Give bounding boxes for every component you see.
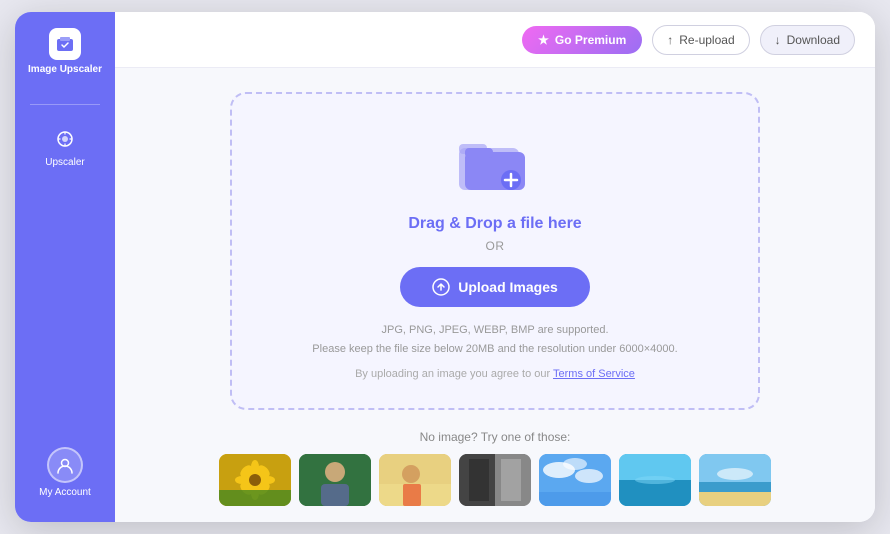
download-icon: ↓ xyxy=(775,33,781,47)
logo-icon xyxy=(49,28,81,60)
header: ★ Go Premium ↑ Re-upload ↓ Download xyxy=(115,12,875,68)
upload-btn-label: Upload Images xyxy=(458,279,558,295)
tos-text: By uploading an image you agree to our T… xyxy=(355,368,635,380)
tos-link[interactable]: Terms of Service xyxy=(553,368,635,380)
logo-text: Image Upscaler xyxy=(28,64,102,76)
upscaler-icon xyxy=(51,125,79,153)
folder-icon-wrapper xyxy=(455,130,535,199)
tos-prefix: By uploading an image you agree to our xyxy=(355,368,550,380)
main-panel: ★ Go Premium ↑ Re-upload ↓ Download xyxy=(115,12,875,522)
sidebar-item-upscaler[interactable]: Upscaler xyxy=(25,117,105,176)
logo-area: Image Upscaler xyxy=(28,28,102,76)
reupload-icon: ↑ xyxy=(667,33,673,47)
reupload-label: Re-upload xyxy=(679,33,734,47)
sample-section: No image? Try one of those: xyxy=(230,430,760,506)
dropzone[interactable]: Drag & Drop a file here OR Upload Images… xyxy=(230,92,760,410)
download-label: Download xyxy=(787,33,840,47)
premium-label: Go Premium xyxy=(555,33,626,47)
premium-star-icon: ★ xyxy=(538,33,549,47)
sample-image-sky[interactable] xyxy=(539,454,611,506)
my-account-item[interactable]: My Account xyxy=(39,447,91,498)
sample-image-sunflower[interactable] xyxy=(219,454,291,506)
sidebar: Image Upscaler Upscaler My Account xyxy=(15,12,115,522)
drag-drop-text: Drag & Drop a file here xyxy=(408,215,581,233)
download-button[interactable]: ↓ Download xyxy=(760,25,855,55)
sample-label: No image? Try one of those: xyxy=(230,430,760,444)
app-window: Image Upscaler Upscaler My Account xyxy=(15,12,875,522)
sample-image-woman[interactable] xyxy=(379,454,451,506)
formats-text: JPG, PNG, JPEG, WEBP, BMP are supported.… xyxy=(312,321,677,358)
upload-icon xyxy=(432,278,450,296)
sidebar-item-upscaler-label: Upscaler xyxy=(45,157,84,168)
upload-images-button[interactable]: Upload Images xyxy=(400,267,590,307)
or-text: OR xyxy=(486,239,505,253)
account-label: My Account xyxy=(39,487,91,498)
sample-images-row xyxy=(230,454,760,506)
formats-line2: Please keep the file size below 20MB and… xyxy=(312,343,677,355)
account-avatar xyxy=(47,447,83,483)
sample-image-ocean[interactable] xyxy=(619,454,691,506)
reupload-button[interactable]: ↑ Re-upload xyxy=(652,25,749,55)
folder-icon xyxy=(455,130,535,194)
content-area: Drag & Drop a file here OR Upload Images… xyxy=(115,68,875,522)
formats-line1: JPG, PNG, JPEG, WEBP, BMP are supported. xyxy=(381,324,608,336)
sample-image-man[interactable] xyxy=(299,454,371,506)
sidebar-divider xyxy=(30,104,100,105)
sample-image-beach[interactable] xyxy=(699,454,771,506)
sample-image-bw[interactable] xyxy=(459,454,531,506)
go-premium-button[interactable]: ★ Go Premium xyxy=(522,26,642,54)
